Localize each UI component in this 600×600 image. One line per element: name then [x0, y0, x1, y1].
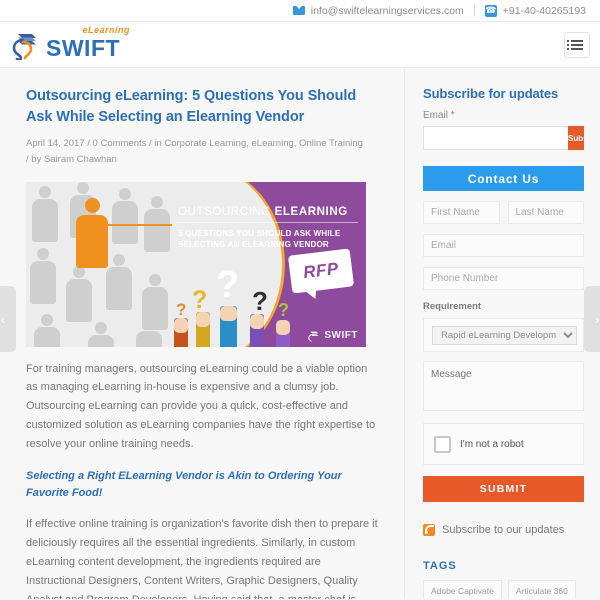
tag-item[interactable]: Adobe Captivate [423, 580, 502, 599]
recaptcha-checkbox[interactable] [434, 435, 451, 453]
featured-title-rule [176, 221, 358, 223]
logo-wordmark: SWIFT eLearning [46, 25, 130, 61]
raised-hand-icon [276, 319, 290, 347]
raised-hand-icon [250, 313, 264, 347]
crowd-silhouette [30, 247, 56, 304]
recaptcha-label: I'm not a robot [460, 438, 524, 450]
hamburger-list-icon[interactable] [564, 31, 590, 58]
featured-brand-text: SWIFT [324, 329, 358, 341]
post-meta: April 14, 2017 / 0 Comments / in Corpora… [26, 136, 378, 167]
phone-field[interactable] [423, 267, 584, 290]
featured-image-brand: SWIFT [307, 329, 358, 342]
swift-logo-mark-icon [10, 30, 40, 61]
page-root: info@swiftelearningservices.com +91-40-4… [0, 0, 600, 600]
phone-field-row [423, 267, 584, 290]
top-contact-bar: info@swiftelearningservices.com +91-40-4… [0, 0, 600, 22]
question-mark-icon: ? [192, 285, 208, 314]
crowd-silhouette [88, 321, 114, 347]
question-mark-icon: ? [278, 299, 289, 320]
subscribe-email-input[interactable] [423, 126, 568, 150]
article-column: Outsourcing eLearning: 5 Questions You S… [0, 68, 405, 599]
prev-arrow-glyph: ‹ [0, 311, 6, 327]
article-paragraph-2: If effective online training is organiza… [26, 518, 378, 599]
post-date: April 14, 2017 [26, 138, 85, 150]
logo-text: SWIFT [46, 34, 121, 61]
first-name-field[interactable] [423, 201, 500, 224]
email-field[interactable] [423, 234, 584, 257]
crowd-silhouette [136, 317, 162, 347]
rss-subscribe-text: Subscribe to our updates [442, 524, 565, 536]
question-mark-icon: ? [176, 299, 187, 319]
meta-sep-2: / [149, 138, 152, 150]
recaptcha-widget[interactable]: I'm not a robot [423, 423, 584, 465]
tags-heading: TAGS [423, 560, 457, 572]
mail-icon [292, 6, 305, 15]
email-field-row [423, 234, 584, 257]
chevron-right-icon[interactable]: › [584, 286, 600, 352]
featured-image-title: OUTSOURCING ELEARNING [178, 206, 358, 218]
tag-list: Adobe Captivate Articulate 360 [423, 580, 584, 599]
contact-us-button[interactable]: Contact Us [423, 166, 584, 191]
requirement-label: Requirement [423, 301, 482, 312]
site-header: SWIFT eLearning [0, 22, 600, 68]
question-mark-icon: ? [216, 263, 240, 306]
topbar-phone-text: +91-40-40265193 [502, 4, 586, 17]
raised-hand-icon [220, 305, 237, 347]
crowd-silhouette [32, 185, 58, 242]
subscribe-heading: Subscribe for updates [423, 86, 559, 101]
rfp-speech-bubble: RFP [287, 247, 355, 294]
content-area: Outsourcing eLearning: 5 Questions You S… [0, 68, 600, 599]
rss-icon [423, 524, 435, 536]
post-comments[interactable]: 0 Comments [93, 138, 147, 149]
article-paragraph-1: For training managers, outsourcing eLear… [26, 362, 376, 451]
post-author[interactable]: Sairam Chawhan [44, 154, 117, 165]
featured-title-light: OUTSOURCING [178, 205, 275, 218]
crowd-silhouette [34, 313, 60, 347]
page-title: Outsourcing eLearning: 5 Questions You S… [26, 88, 357, 125]
meta-sep-1: / [87, 138, 90, 150]
submit-button[interactable]: SUBMIT [423, 476, 584, 502]
site-logo[interactable]: SWIFT eLearning [10, 25, 130, 61]
subscribe-email-label: Email * [423, 110, 455, 121]
featured-subtitle-bold: 5 QUESTIONS [178, 228, 234, 238]
post-categories[interactable]: Corporate Learning, eLearning, Online Tr… [164, 138, 363, 149]
crowd-silhouette [106, 253, 132, 310]
topbar-phone[interactable]: +91-40-40265193 [484, 4, 586, 17]
chevron-left-icon[interactable]: ‹ [0, 286, 16, 352]
article-subheading: Selecting a Right ELearning Vendor is Ak… [26, 470, 342, 500]
raised-hand-icon [174, 317, 188, 347]
next-arrow-glyph: › [594, 311, 600, 327]
tag-item[interactable]: Articulate 360 [507, 580, 576, 599]
featured-image[interactable]: OUTSOURCING ELEARNING 5 QUESTIONS YOU SH… [26, 181, 366, 347]
selection-lead-line [108, 223, 172, 226]
message-field[interactable] [423, 361, 584, 411]
rfp-label: RFP [302, 258, 340, 282]
raised-hand-icon [196, 311, 210, 347]
subscribe-form: Subscribe [423, 126, 584, 150]
topbar-email[interactable]: info@swiftelearningservices.com [292, 4, 464, 17]
crowd-silhouette [112, 187, 138, 244]
featured-image-subtitle: 5 QUESTIONS YOU SHOULD ASK WHILE SELECTI… [178, 228, 360, 251]
phone-icon [484, 4, 497, 17]
logo-superscript: eLearning [82, 24, 131, 35]
post-in-label: in [154, 138, 162, 150]
topbar-divider [473, 5, 475, 16]
rss-subscribe-link[interactable]: Subscribe to our updates [423, 524, 584, 536]
featured-title-bold: ELEARNING [274, 205, 348, 218]
question-mark-icon: ? [252, 285, 268, 316]
sidebar-column: Subscribe for updates Email * Subscribe … [405, 68, 600, 599]
last-name-field[interactable] [507, 201, 584, 224]
name-fields-row [423, 201, 584, 224]
subscribe-button[interactable]: Subscribe [568, 126, 584, 150]
requirement-select-wrapper: Rapid eLearning Developm [423, 318, 584, 352]
crowd-silhouette [66, 265, 92, 322]
highlighted-person-silhouette [76, 197, 108, 268]
requirement-select[interactable]: Rapid eLearning Developm [432, 326, 577, 345]
topbar-email-text: info@swiftelearningservices.com [310, 4, 464, 17]
post-by-label: / by [26, 153, 42, 165]
